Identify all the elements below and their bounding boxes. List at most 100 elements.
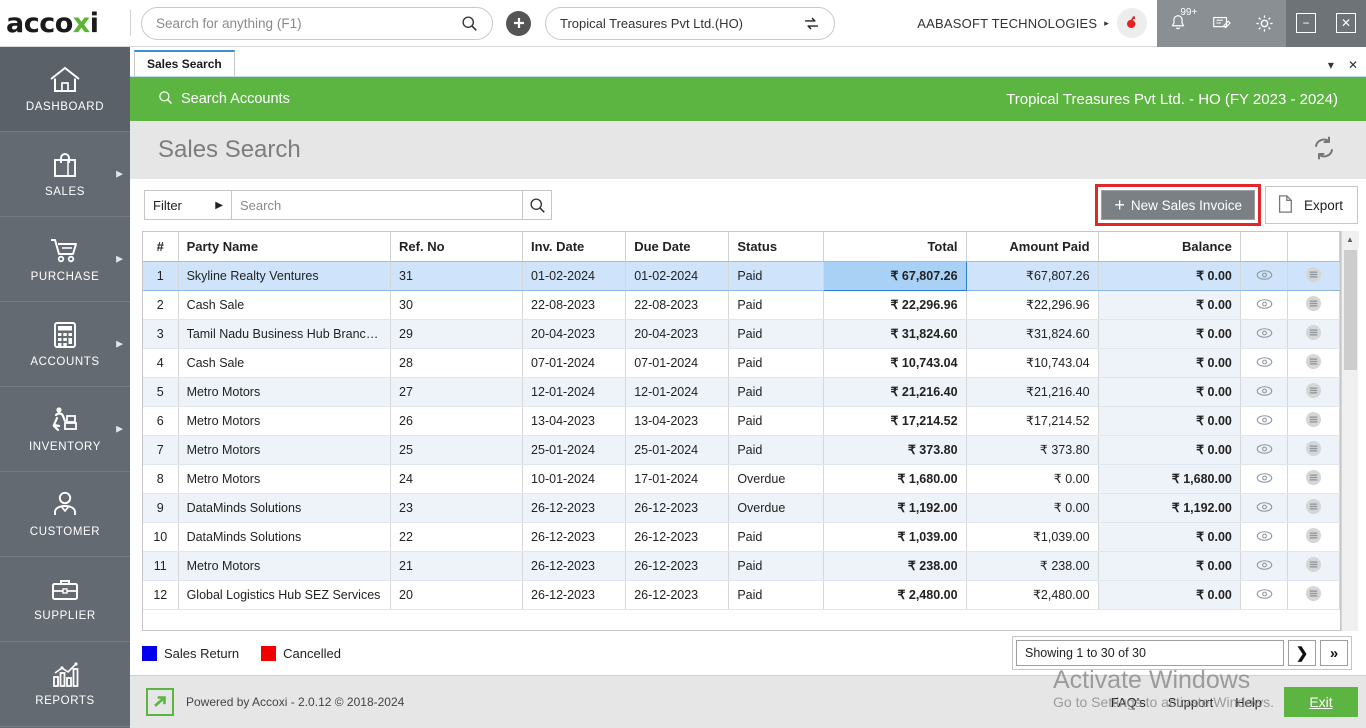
sidebar-item-inventory[interactable]: INVENTORY ▶ (0, 387, 130, 472)
hamburger-menu-icon[interactable] (1288, 406, 1340, 435)
cell-inv-date[interactable]: 13-04-2023 (523, 406, 626, 435)
cell-status[interactable]: Paid (729, 406, 824, 435)
cell-balance[interactable]: ₹ 1,680.00 (1098, 464, 1240, 493)
cell-amount-paid[interactable]: ₹17,214.52 (966, 406, 1098, 435)
close-button[interactable]: ✕ (1336, 13, 1356, 33)
cell-balance[interactable]: ₹ 0.00 (1098, 551, 1240, 580)
cell-inv-date[interactable]: 20-04-2023 (523, 319, 626, 348)
footer-link-support[interactable]: Support (1168, 695, 1214, 710)
table-row[interactable]: 3Tamil Nadu Business Hub Branch (Bra...2… (143, 319, 1340, 348)
sidebar-item-purchase[interactable]: PURCHASE ▶ (0, 217, 130, 302)
sidebar-item-supplier[interactable]: SUPPLIER (0, 557, 130, 642)
eye-icon[interactable] (1240, 290, 1287, 319)
cell-ref-no[interactable]: 20 (391, 580, 523, 609)
cell-inv-date[interactable]: 07-01-2024 (523, 348, 626, 377)
cell-due-date[interactable]: 26-12-2023 (626, 493, 729, 522)
eye-icon[interactable] (1240, 261, 1287, 290)
cell-ref-no[interactable]: 26 (391, 406, 523, 435)
hamburger-menu-icon[interactable] (1288, 522, 1340, 551)
eye-icon[interactable] (1240, 377, 1287, 406)
cell-status[interactable]: Paid (729, 319, 824, 348)
global-search-box[interactable] (141, 7, 493, 40)
cell-balance[interactable]: ₹ 0.00 (1098, 406, 1240, 435)
hamburger-menu-icon[interactable] (1288, 377, 1340, 406)
last-page-button[interactable]: » (1320, 640, 1348, 666)
cell-amount-paid[interactable]: ₹67,807.26 (966, 261, 1098, 290)
hamburger-menu-icon[interactable] (1288, 493, 1340, 522)
close-icon[interactable]: ✕ (1348, 58, 1358, 72)
table-row[interactable]: 1Skyline Realty Ventures3101-02-202401-0… (143, 261, 1340, 290)
gear-icon[interactable] (1254, 13, 1275, 34)
cell-status[interactable]: Paid (729, 580, 824, 609)
exit-button[interactable]: Exit (1284, 687, 1358, 717)
col-header-due-date[interactable]: Due Date (626, 232, 729, 261)
cell-status[interactable]: Paid (729, 290, 824, 319)
hamburger-menu-icon[interactable] (1288, 319, 1340, 348)
cell-amount-paid[interactable]: ₹2,480.00 (966, 580, 1098, 609)
cell-inv-date[interactable]: 26-12-2023 (523, 522, 626, 551)
cell-party-name[interactable]: Metro Motors (178, 406, 390, 435)
eye-icon[interactable] (1240, 319, 1287, 348)
cell-balance[interactable]: ₹ 0.00 (1098, 348, 1240, 377)
search-accounts-group[interactable]: Search Accounts (158, 90, 290, 109)
cell-due-date[interactable]: 13-04-2023 (626, 406, 729, 435)
row-number[interactable]: 1 (143, 261, 178, 290)
col-header-ref-no[interactable]: Ref. No (391, 232, 523, 261)
hamburger-menu-icon[interactable] (1288, 348, 1340, 377)
cell-ref-no[interactable]: 28 (391, 348, 523, 377)
cell-due-date[interactable]: 07-01-2024 (626, 348, 729, 377)
cell-ref-no[interactable]: 25 (391, 435, 523, 464)
cell-party-name[interactable]: Metro Motors (178, 464, 390, 493)
table-row[interactable]: 5Metro Motors2712-01-202412-01-2024Paid₹… (143, 377, 1340, 406)
cell-party-name[interactable]: DataMinds Solutions (178, 522, 390, 551)
cell-status[interactable]: Paid (729, 435, 824, 464)
cell-due-date[interactable]: 26-12-2023 (626, 522, 729, 551)
cell-total[interactable]: ₹ 67,807.26 (824, 261, 966, 290)
cell-inv-date[interactable]: 12-01-2024 (523, 377, 626, 406)
cell-inv-date[interactable]: 26-12-2023 (523, 580, 626, 609)
table-row[interactable]: 10DataMinds Solutions2226-12-202326-12-2… (143, 522, 1340, 551)
cell-due-date[interactable]: 25-01-2024 (626, 435, 729, 464)
cell-balance[interactable]: ₹ 1,192.00 (1098, 493, 1240, 522)
eye-icon[interactable] (1240, 435, 1287, 464)
cell-balance[interactable]: ₹ 0.00 (1098, 290, 1240, 319)
cell-balance[interactable]: ₹ 0.00 (1098, 522, 1240, 551)
cell-total[interactable]: ₹ 373.80 (824, 435, 966, 464)
cell-due-date[interactable]: 17-01-2024 (626, 464, 729, 493)
cell-party-name[interactable]: Cash Sale (178, 348, 390, 377)
messages-icon[interactable] (1211, 13, 1231, 33)
cell-total[interactable]: ₹ 238.00 (824, 551, 966, 580)
cell-amount-paid[interactable]: ₹ 0.00 (966, 464, 1098, 493)
company-selector[interactable]: Tropical Treasures Pvt Ltd.(HO) (545, 7, 835, 40)
cell-amount-paid[interactable]: ₹10,743.04 (966, 348, 1098, 377)
search-input[interactable] (232, 191, 522, 219)
scroll-up-arrow-icon[interactable]: ▲ (1342, 231, 1359, 248)
cell-total[interactable]: ₹ 1,680.00 (824, 464, 966, 493)
switch-company-icon[interactable] (803, 15, 820, 32)
avatar[interactable] (1117, 8, 1147, 38)
col-header-amount-paid[interactable]: Amount Paid (966, 232, 1098, 261)
table-row[interactable]: 2Cash Sale3022-08-202322-08-2023Paid₹ 22… (143, 290, 1340, 319)
cell-ref-no[interactable]: 31 (391, 261, 523, 290)
cell-amount-paid[interactable]: ₹ 0.00 (966, 493, 1098, 522)
search-button[interactable] (523, 191, 551, 219)
hamburger-menu-icon[interactable] (1288, 580, 1340, 609)
hamburger-menu-icon[interactable] (1288, 551, 1340, 580)
table-row[interactable]: 8Metro Motors2410-01-202417-01-2024Overd… (143, 464, 1340, 493)
organization-selector[interactable]: AABASOFT TECHNOLOGIES ▸ (917, 16, 1109, 31)
cell-ref-no[interactable]: 30 (391, 290, 523, 319)
cell-party-name[interactable]: Metro Motors (178, 377, 390, 406)
cell-status[interactable]: Paid (729, 348, 824, 377)
cell-inv-date[interactable]: 26-12-2023 (523, 493, 626, 522)
cell-party-name[interactable]: Metro Motors (178, 435, 390, 464)
col-header-inv-date[interactable]: Inv. Date (523, 232, 626, 261)
footer-link-faqs[interactable]: FAQ's (1111, 695, 1146, 710)
hamburger-menu-icon[interactable] (1288, 290, 1340, 319)
cell-ref-no[interactable]: 29 (391, 319, 523, 348)
col-header-number[interactable]: # (143, 232, 178, 261)
cell-due-date[interactable]: 20-04-2023 (626, 319, 729, 348)
row-number[interactable]: 8 (143, 464, 178, 493)
cell-status[interactable]: Paid (729, 522, 824, 551)
notifications-bell-icon[interactable]: 99+ (1168, 13, 1188, 33)
sidebar-item-customer[interactable]: CUSTOMER (0, 472, 130, 557)
